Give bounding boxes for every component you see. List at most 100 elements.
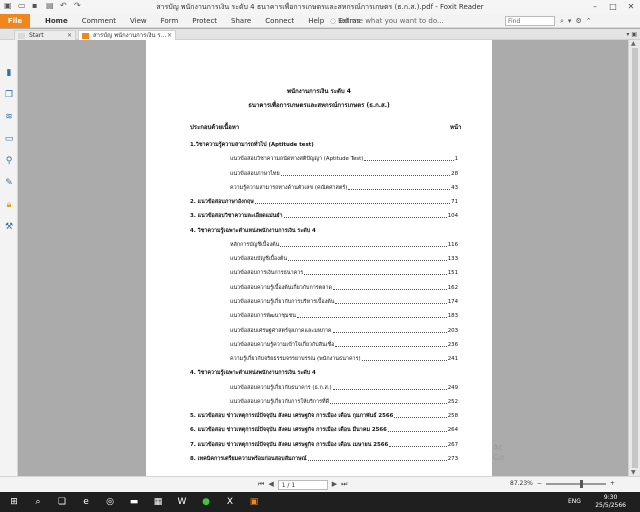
- tab-comment[interactable]: Comment: [75, 14, 123, 28]
- scrollbar-thumb[interactable]: [632, 48, 638, 468]
- tab-start-label: Start: [29, 32, 44, 39]
- lock-icon[interactable]: 🔒︎: [4, 200, 14, 210]
- toc-entry-text: 7. แนวข้อสอบ ข่าวเหตุการณ์ปัจจุบัน สังคม…: [190, 441, 389, 448]
- bookmark-icon[interactable]: ▮: [4, 68, 14, 78]
- first-page-icon[interactable]: ⏮: [258, 480, 264, 490]
- toc-entry-text: แนวข้อสอบความรู้เกี่ยวกับธนาคาร (ธ.ก.ส.): [230, 384, 332, 391]
- close-icon[interactable]: ✕: [622, 0, 640, 14]
- next-page-icon[interactable]: ▶: [332, 480, 337, 490]
- toc-entry-text: 3. แนวข้อสอบวิชาความละเอียดแม่นยำ: [190, 213, 283, 220]
- signature-icon[interactable]: ✎: [4, 178, 14, 188]
- scroll-down-icon[interactable]: ▼: [631, 469, 636, 476]
- pages-icon[interactable]: ❐: [4, 90, 14, 100]
- toc-row[interactable]: แนวข้อสอบการเงินการธนาคาร 151: [230, 270, 458, 277]
- tab-form[interactable]: Form: [154, 14, 186, 28]
- toc-entry-text: แนวข้อสอบความรู้เบื้องต้นเกี่ยวกับการตลา…: [230, 284, 332, 291]
- tab-controls[interactable]: ▾ ▣: [626, 29, 637, 40]
- toc-row[interactable]: แนวข้อสอบความรู้เบื้องต้นเกี่ยวกับการตลา…: [230, 285, 458, 292]
- tab-start[interactable]: Start ✕: [14, 30, 76, 40]
- clock-date: 25/5/2566: [595, 502, 626, 509]
- tab-share[interactable]: Share: [224, 14, 258, 28]
- toc-leader-dots: [296, 313, 447, 319]
- store-icon[interactable]: ▦: [152, 496, 164, 508]
- toc-row[interactable]: แนวข้อสอบภาษาไทย 28: [230, 171, 458, 178]
- page-number-input[interactable]: 1 / 1: [277, 480, 328, 490]
- tab-protect[interactable]: Protect: [185, 14, 224, 28]
- comments-icon[interactable]: ▭: [4, 134, 14, 144]
- zoom-in-icon[interactable]: +: [610, 480, 615, 487]
- toc-row[interactable]: 8. เทคนิคการเตรียมความพร้อมก่อนสอบสัมภาษ…: [190, 456, 458, 463]
- toc-row[interactable]: 6. แนวข้อสอบ ข่าวเหตุการณ์ปัจจุบัน สังคม…: [190, 427, 458, 434]
- tab-view[interactable]: View: [123, 14, 154, 28]
- toc-row[interactable]: แนวข้อสอบความรู้เกี่ยวกับการบริหารเบื้อง…: [230, 299, 458, 306]
- toc-row[interactable]: 4. วิชาความรู้เฉพาะตำแหน่งพนักงานการเงิน…: [190, 370, 458, 377]
- doc-subtitle: ธนาคารเพื่อการเกษตรและสหกรณ์การเกษตร (ธ.…: [248, 102, 390, 109]
- toc-row[interactable]: 3. แนวข้อสอบวิชาความละเอียดแม่นยำ 104: [190, 213, 458, 220]
- find-input[interactable]: Find: [505, 16, 555, 26]
- toc-row[interactable]: ความรู้ความสามารถทางด้านตัวเลข (คณิตศาสต…: [230, 185, 458, 192]
- toc-row[interactable]: 2. แนวข้อสอบภาษาอังกฤษ 71: [190, 199, 458, 206]
- toc-row[interactable]: ความรู้เกี่ยวกับจริยธรรมจรรยาบรรณ (พนักง…: [230, 356, 458, 363]
- tab-help[interactable]: Help: [301, 14, 331, 28]
- task-view-icon[interactable]: ❏: [56, 496, 68, 508]
- toc-entry-text: 5. แนวข้อสอบ ข่าวเหตุการณ์ปัจจุบัน สังคม…: [190, 413, 394, 420]
- navigation-sidebar: ▮ ❐ ≋ ▭ ⚲ ✎ 🔒︎ ⚒: [0, 40, 18, 476]
- zoom-out-icon[interactable]: −: [537, 480, 542, 487]
- toc-leader-dots: [364, 156, 454, 162]
- activation-watermark: Ac Go: [493, 443, 504, 463]
- window-title: สารบัญ พนักงานการเงิน ระดับ 4 ธนาคารเพื่…: [156, 3, 484, 11]
- windows-start-icon[interactable]: ⊞: [8, 496, 20, 508]
- foxit-reader-icon[interactable]: ▣: [248, 496, 260, 508]
- search-icon[interactable]: ⌕: [32, 496, 44, 508]
- settings-icon[interactable]: ⚙: [575, 14, 581, 28]
- toc-row[interactable]: แนวข้อสอบความรู้เกี่ยวกับธนาคาร (ธ.ก.ส.)…: [230, 385, 458, 392]
- prev-page-icon[interactable]: ◀: [268, 480, 273, 490]
- toc-page-number: 236: [447, 341, 458, 348]
- scroll-up-icon[interactable]: ▲: [631, 40, 636, 47]
- language-indicator[interactable]: ENG: [568, 498, 581, 505]
- line-icon[interactable]: ●: [200, 496, 212, 508]
- toc-row[interactable]: หลักการบัญชีเบื้องต้น 116: [230, 242, 458, 249]
- file-explorer-icon[interactable]: ▬: [128, 496, 140, 508]
- clock[interactable]: 9:30 25/5/2566: [595, 494, 626, 510]
- toc-leader-dots: [283, 213, 447, 219]
- tab-connect[interactable]: Connect: [258, 14, 301, 28]
- toc-row[interactable]: แนวข้อสอบบัญชีเบื้องต้น 133: [230, 256, 458, 263]
- tab-home[interactable]: Home: [38, 14, 75, 28]
- toc-entry-text: 1.วิชาความรู้ความสามารถทั่วไป (Aptitude …: [190, 142, 314, 148]
- toc-row[interactable]: 1.วิชาความรู้ความสามารถทั่วไป (Aptitude …: [190, 142, 458, 149]
- tools-icon[interactable]: ⚒: [4, 222, 14, 232]
- collapse-ribbon-icon[interactable]: ⌃: [586, 14, 592, 28]
- toc-page-number: 151: [447, 270, 458, 277]
- tab-document[interactable]: สารบัญ พนักงานการเงิน ร... ✕: [78, 30, 176, 40]
- attachment-icon[interactable]: ⚲: [4, 156, 14, 166]
- excel-icon[interactable]: X: [224, 496, 236, 508]
- vertical-scrollbar[interactable]: ▲ ▼: [628, 40, 640, 476]
- zoom-slider-knob[interactable]: [579, 479, 583, 488]
- maximize-icon[interactable]: □: [604, 0, 622, 14]
- file-tab[interactable]: File: [0, 14, 30, 28]
- toc-row[interactable]: แนวข้อสอบเศรษฐศาสตร์จุลภาคและมหภาค 203: [230, 328, 458, 335]
- last-page-icon[interactable]: ⏭: [341, 480, 347, 490]
- search-icon[interactable]: ⌕: [560, 14, 564, 28]
- toc-row[interactable]: 4. วิชาความรู้เฉพาะตำแหน่งพนักงานการเงิน…: [190, 228, 458, 235]
- toc-leader-dots: [332, 328, 447, 333]
- chevron-down-icon[interactable]: ▾: [568, 14, 572, 28]
- toc-row[interactable]: 7. แนวข้อสอบ ข่าวเหตุการณ์ปัจจุบัน สังคม…: [190, 442, 458, 449]
- toc-row[interactable]: แนวข้อสอบความรู้เกี่ยวกับการให้บริการที่…: [230, 399, 458, 406]
- pdf-page: พนักงานการเงิน ระดับ 4 ธนาคารเพื่อการเกษ…: [146, 40, 492, 476]
- zoom-slider[interactable]: [545, 479, 606, 488]
- ribbon-bar: File Home Comment View Form Protect Shar…: [0, 14, 640, 28]
- toc-row[interactable]: แนวข้อสอบการพัฒนาชุมชน 183: [230, 313, 458, 320]
- edge-icon[interactable]: e: [80, 496, 92, 508]
- layers-icon[interactable]: ≋: [4, 112, 14, 122]
- toc-leader-dots: [332, 285, 447, 290]
- tell-me-box[interactable]: ◌ Tell me what you want to do...: [330, 14, 444, 28]
- zoom-value[interactable]: 87.23%: [510, 480, 533, 487]
- word-icon[interactable]: W: [176, 496, 188, 508]
- chrome-icon[interactable]: ◎: [104, 496, 116, 508]
- minimize-icon[interactable]: –: [586, 0, 604, 14]
- toc-row[interactable]: แนวข้อสอบวิชาความถนัดทางสติปัญญา (Aptitu…: [230, 156, 458, 163]
- toc-row[interactable]: แนวข้อสอบความรู้ความเข้าใจเกี่ยวกับสินเช…: [230, 342, 458, 349]
- toc-row[interactable]: 5. แนวข้อสอบ ข่าวเหตุการณ์ปัจจุบัน สังคม…: [190, 413, 458, 420]
